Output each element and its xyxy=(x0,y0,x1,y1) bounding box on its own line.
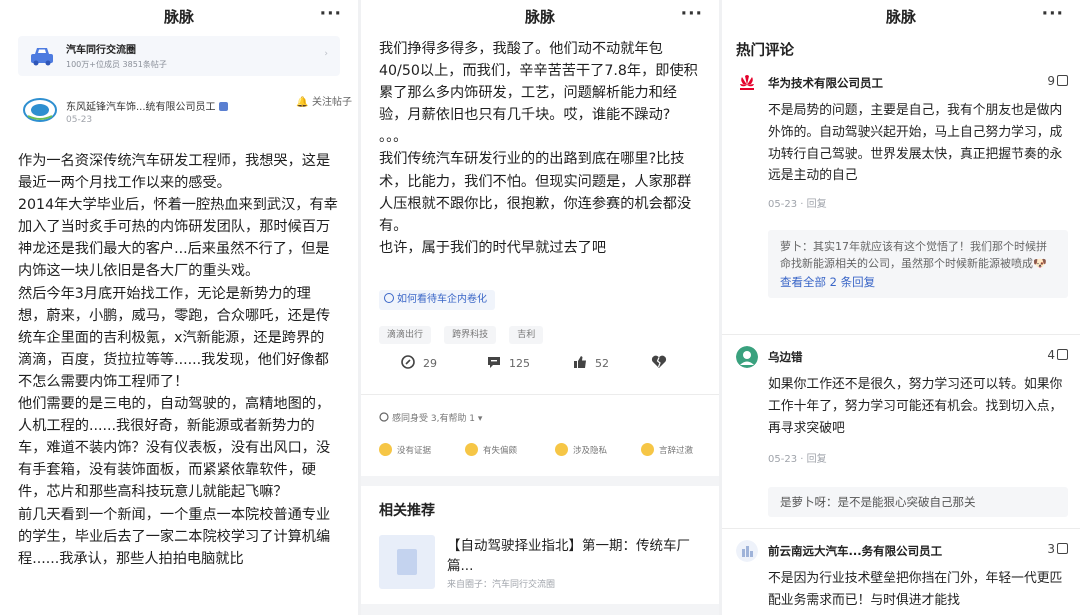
divider xyxy=(361,394,719,395)
reaction-no-evidence[interactable]: 没有证据 xyxy=(379,443,431,456)
more-options-button[interactable]: ··· xyxy=(320,4,342,24)
post-paragraph: 也许，属于我们的时代早就过去了吧 xyxy=(379,239,607,256)
tag-chip[interactable]: 滴滴出行 xyxy=(379,326,432,344)
divider xyxy=(722,334,1080,335)
dislike-button[interactable] xyxy=(651,355,667,370)
reaction-biased[interactable]: 有失偏颇 xyxy=(465,443,517,456)
emoji-icon xyxy=(555,443,568,456)
reaction-privacy[interactable]: 涉及隐私 xyxy=(555,443,607,456)
top-bar: 脉脉 ··· xyxy=(361,0,719,34)
comment-text: 不是局势的问题，主要是自己，我有个朋友也是做内外饰的。自动驾驶兴起开始，马上自己… xyxy=(768,103,1063,184)
chevron-right-icon: › xyxy=(324,49,328,59)
post-paragraph: 前几天看到一个新闻，一个重点一本院校普通专业的学生，毕业后去了一家二本院校学习了… xyxy=(18,506,331,567)
post-paragraph: 作为一名资深传统汽车研发工程师，我想哭，这是最近一两个月找工作以来的感受。 xyxy=(18,153,331,192)
edit-button[interactable]: 29 xyxy=(401,355,437,370)
app-title: 脉脉 xyxy=(163,8,194,26)
comment-meta[interactable]: 05-23 · 回复 xyxy=(768,450,827,465)
post-panel-middle: 脉脉 ··· 我们挣得多得多，我酸了。他们动不动就年包40/50以上，而我们，辛… xyxy=(361,0,719,615)
thumbs-up-icon xyxy=(1057,543,1068,554)
post-panel-left: 脉脉 ··· 汽车同行交流圈 100万+位成员 3851条帖子 › 东风延锋汽车… xyxy=(0,0,358,615)
article-thumbnail xyxy=(379,535,435,589)
feedback-summary[interactable]: 感同身受 3,有帮助 1 ▾ xyxy=(379,411,482,424)
comments-panel: 脉脉 ··· 热门评论 华为技术有限公司员工 9 不是局势的问题，主要是自己，我… xyxy=(722,0,1080,615)
post-content: 作为一名资深传统汽车研发工程师，我想哭，这是最近一两个月找工作以来的感受。 20… xyxy=(18,150,338,570)
post-paragraph: 我们挣得多得多，我酸了。他们动不动就年包40/50以上，而我们，辛辛苦苦干了7.… xyxy=(379,41,698,124)
recommend-title: 相关推荐 xyxy=(379,503,435,519)
emoji-icon xyxy=(379,443,392,456)
comment-like-button[interactable]: 3 xyxy=(1047,542,1068,556)
topic-chip[interactable]: 如何看待车企内卷化 xyxy=(379,290,495,310)
post-content-continued: 我们挣得多得多，我酸了。他们动不动就年包40/50以上，而我们，辛辛苦苦干了7.… xyxy=(379,38,701,259)
comment-text: 如果你工作还不是很久，努力学习还可以转。如果你工作十年了，努力学习可能还有机会。… xyxy=(768,377,1063,436)
commenter-name[interactable]: 华为技术有限公司员工 xyxy=(768,75,883,91)
author-name: 东风延锋汽车饰...统有限公司员工 xyxy=(66,98,228,113)
reply-text: 萝卜：其实17年就应该有这个觉悟了！我们那个时候拼命找新能源相关的公司，虽然那个… xyxy=(780,240,1047,270)
section-gap xyxy=(361,476,719,486)
app-title: 脉脉 xyxy=(524,8,555,26)
edit-icon xyxy=(401,355,415,369)
post-paragraph: 我们传统汽车研发行业的的出路到底在哪里?比技术，比能力，我们不怕。但现实问题是，… xyxy=(379,151,692,234)
view-all-replies-link[interactable]: 查看全部 2 条回复 xyxy=(780,274,1056,290)
circle-card[interactable]: 汽车同行交流圈 100万+位成员 3851条帖子 › xyxy=(18,36,340,76)
tag-chip[interactable]: 跨界科技 xyxy=(444,326,497,344)
commenter-name[interactable]: 乌边错 xyxy=(768,349,803,365)
reply-box: 萝卜：其实17年就应该有这个觉悟了！我们那个时候拼命找新能源相关的公司，虽然那个… xyxy=(768,230,1068,298)
thumbs-up-icon xyxy=(1057,349,1068,360)
recommend-item-title: 【自动驾驶择业指北】第一期：传统车厂篇... xyxy=(447,538,690,574)
action-bar: 29 125 52 xyxy=(361,355,719,379)
document-icon xyxy=(397,549,417,575)
commenter-name[interactable]: 前云南远大汽车...务有限公司员工 xyxy=(768,543,942,559)
reaction-extreme[interactable]: 言辞过激 xyxy=(641,443,693,456)
circle-stats: 100万+位成员 3851条帖子 xyxy=(66,60,167,69)
reaction-bar: 没有证据 有失偏颇 涉及隐私 言辞过激 xyxy=(379,443,709,461)
top-bar: 脉脉 ··· xyxy=(722,0,1080,34)
post-paragraph: 。。。 xyxy=(379,129,408,146)
verified-badge-icon xyxy=(218,102,228,111)
reply-box: 是萝卜呀：是不是能狠心突破自己那关 xyxy=(768,487,1068,517)
comment-meta[interactable]: 05-23 · 回复 xyxy=(768,195,827,210)
post-date: 05-23 xyxy=(66,115,93,125)
comment-icon xyxy=(488,357,500,368)
hot-comments-title: 热门评论 xyxy=(736,43,794,59)
circle-name: 汽车同行交流圈 xyxy=(66,45,136,56)
huawei-logo-icon[interactable] xyxy=(736,72,758,94)
divider xyxy=(722,528,1080,529)
comment-item: 前云南远大汽车...务有限公司员工 3 不是因为行业技术壁垒把你挡在门外，年轻一… xyxy=(736,540,1072,615)
like-button[interactable]: 52 xyxy=(573,355,609,370)
comment-button[interactable]: 125 xyxy=(487,355,530,370)
car-icon xyxy=(31,48,53,66)
tag-chip[interactable]: 吉利 xyxy=(509,326,544,344)
broken-heart-icon xyxy=(651,355,667,368)
post-paragraph: 然后今年3月底开始找工作，无论是新势力的理想，蔚来，小鹏，威马，零跑，合众哪吒，… xyxy=(18,285,331,390)
post-paragraph: 他们需要的是三电的，自动驾驶的，高精地图的，人机工程的......我很好奇，新能… xyxy=(18,396,331,501)
emoji-icon xyxy=(465,443,478,456)
topic-icon xyxy=(384,293,394,303)
thumbs-up-icon xyxy=(1057,75,1068,86)
more-options-button[interactable]: ··· xyxy=(681,4,703,24)
recommend-item[interactable]: 【自动驾驶择业指北】第一期：传统车厂篇... 来自圈子：汽车同行交流圈 xyxy=(379,535,701,593)
comment-item: 乌边错 4 如果你工作还不是很久，努力学习还可以转。如果你工作十年了，努力学习可… xyxy=(736,346,1072,476)
tag-list: 滴滴出行 跨界科技 吉利 xyxy=(379,322,551,344)
thumbs-up-icon xyxy=(574,356,586,368)
emoji-icon xyxy=(641,443,654,456)
comment-like-button[interactable]: 4 xyxy=(1047,348,1068,362)
follow-post-button[interactable]: 🔔 关注帖子 xyxy=(296,93,352,108)
feedback-icon xyxy=(379,412,389,422)
user-avatar[interactable] xyxy=(736,346,758,368)
more-options-button[interactable]: ··· xyxy=(1042,4,1064,24)
bottom-gap xyxy=(361,604,719,615)
post-paragraph: 2014年大学毕业后，怀着一腔热血来到武汉，有幸加入了当时炙手可热的内饰研发团队… xyxy=(18,197,338,280)
top-bar: 脉脉 ··· xyxy=(0,0,358,34)
comment-text: 不是因为行业技术壁垒把你挡在门外，年轻一代更匹配业务需求而已！与时俱进才能找 xyxy=(768,571,1063,608)
app-title: 脉脉 xyxy=(885,8,916,26)
recommend-item-source: 来自圈子：汽车同行交流圈 xyxy=(447,580,556,590)
comment-like-button[interactable]: 9 xyxy=(1047,74,1068,88)
company-logo-icon xyxy=(23,98,57,122)
company-avatar[interactable] xyxy=(736,540,758,562)
